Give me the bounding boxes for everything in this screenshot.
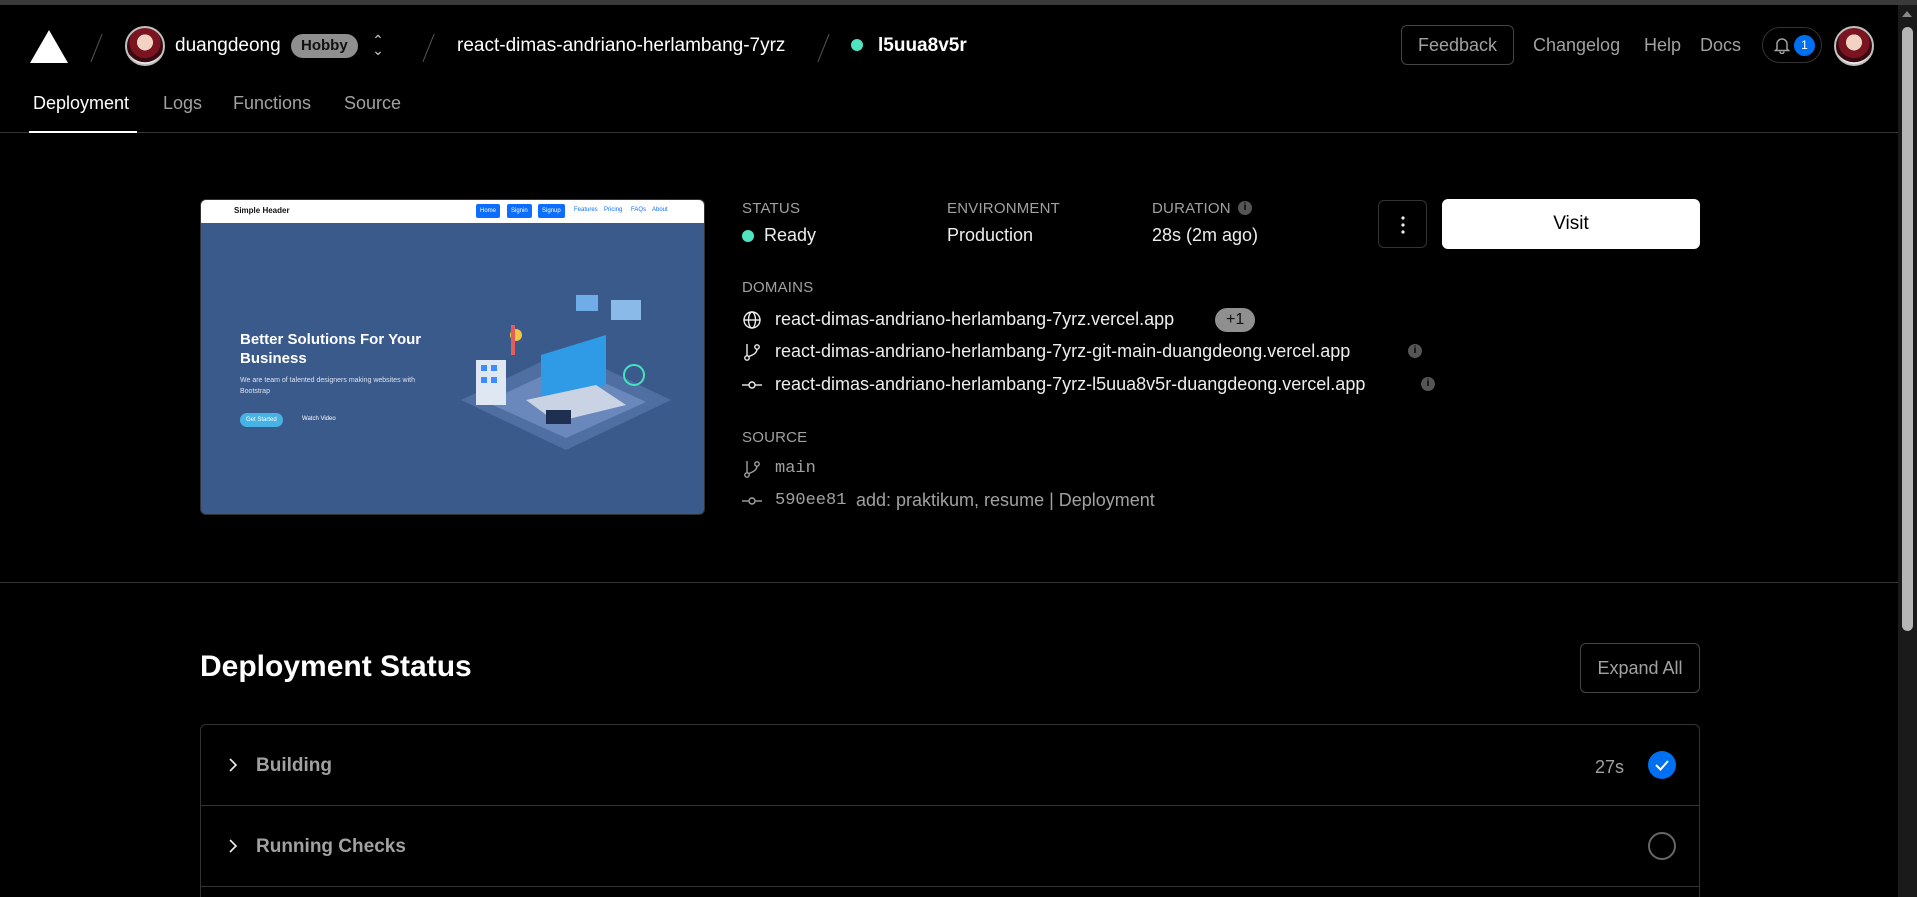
domain-link[interactable]: react-dimas-andriano-herlambang-7yrz-git…	[775, 341, 1350, 362]
page-scrollbar[interactable]	[1898, 5, 1917, 897]
team-avatar[interactable]	[125, 26, 165, 66]
extra-domains-badge[interactable]: +1	[1215, 308, 1256, 332]
breadcrumb-separator	[422, 33, 435, 63]
preview-subtext: We are team of talented designers making…	[240, 377, 415, 395]
status-dot-icon	[851, 39, 863, 51]
git-commit-icon	[742, 497, 762, 505]
preview-link: Features	[574, 207, 598, 213]
source-label: SOURCE	[742, 429, 808, 446]
domain-link[interactable]: react-dimas-andriano-herlambang-7yrz.ver…	[775, 309, 1174, 330]
preview-signin-button: Signin	[507, 204, 532, 218]
tab-logs[interactable]: Logs	[163, 93, 202, 114]
docs-link[interactable]: Docs	[1700, 35, 1741, 56]
breadcrumb-separator	[90, 33, 103, 63]
notifications-button[interactable]: 1	[1762, 27, 1822, 63]
bell-icon	[1773, 38, 1791, 54]
domain-link[interactable]: react-dimas-andriano-herlambang-7yrz-l5u…	[775, 374, 1365, 395]
preview-illustration	[461, 295, 671, 450]
active-tab-indicator	[29, 131, 137, 133]
step-running-checks[interactable]: Running Checks	[201, 806, 1699, 887]
tab-deployment[interactable]: Deployment	[33, 93, 129, 114]
ready-status-dot-icon	[742, 230, 754, 242]
chevron-right-icon	[229, 758, 238, 772]
preview-link: About	[652, 207, 668, 213]
git-commit-icon	[742, 381, 762, 389]
preview-brand: Simple Header	[234, 206, 290, 215]
duration-label: DURATION	[1152, 200, 1231, 217]
step-name: Building	[256, 755, 332, 776]
scroll-thumb[interactable]	[1902, 27, 1913, 631]
environment-label: ENVIRONMENT	[947, 200, 1061, 217]
status-value: Ready	[764, 225, 817, 245]
preview-link: Pricing	[604, 207, 623, 213]
visit-button[interactable]: Visit	[1442, 199, 1700, 249]
git-branch-icon	[744, 461, 760, 478]
more-vertical-icon	[1401, 216, 1405, 234]
expand-all-button[interactable]: Expand All	[1580, 643, 1700, 693]
preview-signup-button: Signup	[538, 204, 565, 218]
preview-link: FAQs	[631, 207, 647, 213]
duration-value: 28s (2m ago)	[1152, 225, 1259, 245]
tab-functions[interactable]: Functions	[233, 93, 311, 114]
preview-navbar: Simple Header Home Signin Signup Feature…	[201, 200, 704, 223]
info-icon[interactable]: i	[1408, 344, 1422, 358]
preview-video-link: Watch Video	[302, 416, 336, 422]
top-header: duangdeong Hobby ⌃ ⌄ react-dimas-andriano…	[0, 5, 1898, 133]
commit-message[interactable]: add: praktikum, resume | Deployment	[856, 490, 1155, 511]
git-branch-icon	[744, 344, 760, 361]
info-icon[interactable]: i	[1238, 201, 1252, 215]
user-avatar[interactable]	[1834, 26, 1874, 66]
team-name[interactable]: duangdeong	[175, 35, 281, 57]
changelog-link[interactable]: Changelog	[1533, 35, 1620, 56]
domains-label: DOMAINS	[742, 279, 814, 296]
preview-headline: Better Solutions For Your Business	[240, 331, 422, 367]
deployment-steps-list: Building 27s Running Checks	[200, 724, 1700, 897]
deployment-id[interactable]: l5uua8v5r	[878, 35, 967, 57]
deployment-summary: Simple Header Home Signin Signup Feature…	[0, 134, 1898, 583]
chevron-right-icon	[229, 839, 238, 853]
more-actions-button[interactable]	[1378, 200, 1427, 248]
preview-cta: Get Started	[240, 413, 283, 427]
environment-value: Production	[947, 225, 1034, 245]
tab-source[interactable]: Source	[344, 93, 401, 114]
deployment-preview-image[interactable]: Simple Header Home Signin Signup Feature…	[200, 199, 705, 515]
feedback-button[interactable]: Feedback	[1401, 25, 1514, 65]
step-name: Running Checks	[256, 836, 406, 857]
source-branch[interactable]: main	[775, 459, 816, 478]
chevron-up-down-icon[interactable]: ⌃ ⌄	[370, 33, 386, 57]
step-building[interactable]: Building 27s	[201, 725, 1699, 806]
notification-count-badge: 1	[1794, 35, 1815, 56]
plan-badge: Hobby	[291, 34, 358, 58]
preview-home-button: Home	[476, 204, 501, 218]
vercel-logo-icon[interactable]	[30, 30, 68, 63]
deployment-status-title: Deployment Status	[200, 650, 472, 683]
pending-circle-icon	[1648, 832, 1676, 860]
scroll-up-arrow-icon[interactable]	[1902, 11, 1912, 17]
project-name[interactable]: react-dimas-andriano-herlambang-7yrz	[457, 35, 785, 57]
status-label: STATUS	[742, 200, 801, 217]
breadcrumb-separator	[817, 33, 830, 63]
check-icon	[1648, 751, 1676, 779]
globe-icon	[743, 311, 761, 329]
help-link[interactable]: Help	[1644, 35, 1681, 56]
commit-sha[interactable]: 590ee81	[775, 491, 846, 510]
step-duration: 27s	[1594, 757, 1624, 777]
info-icon[interactable]: i	[1421, 377, 1435, 391]
